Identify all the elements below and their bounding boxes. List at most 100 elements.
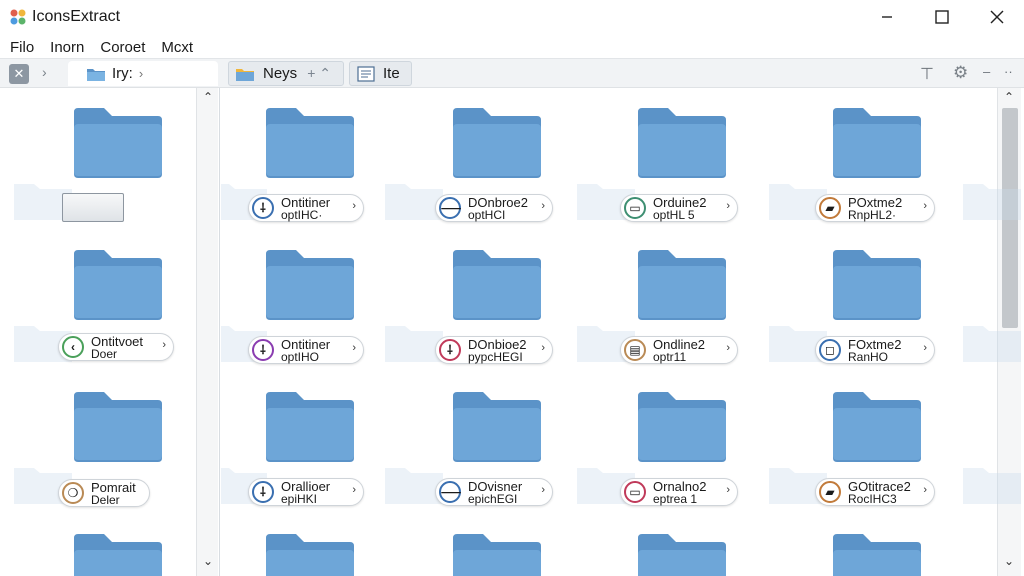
- minimize-icon: [882, 16, 892, 18]
- chevron-up-icon[interactable]: ⌃: [197, 90, 219, 110]
- folder-icon[interactable]: [451, 106, 543, 178]
- folder-color-icon: [236, 68, 254, 81]
- icon-label-pill[interactable]: ▰ GOtitrace2 RocIHC3 ›: [815, 478, 935, 506]
- icon-label-pill[interactable]: ⸸ Ontitiner optIHO ›: [248, 336, 364, 364]
- icon-label-pill[interactable]: ▰ POxtme2 RnpHL2· ›: [815, 194, 935, 222]
- folder-icon[interactable]: [72, 390, 164, 462]
- ghost-folder-icon: [385, 184, 443, 220]
- badge-icon: ⸺: [439, 197, 461, 219]
- chevron-right-icon: ›: [923, 342, 927, 354]
- chevron-right-icon: ›: [352, 342, 356, 354]
- item-subtitle: optHCI: [468, 208, 506, 222]
- left-scrollbar[interactable]: ⌃ ⌄: [196, 88, 218, 576]
- chevron-right-icon: ›: [352, 484, 356, 496]
- folder-icon[interactable]: [831, 532, 923, 576]
- folder-icon[interactable]: [72, 248, 164, 320]
- badge-icon: ◻: [819, 339, 841, 361]
- folder-icon[interactable]: [264, 106, 356, 178]
- icon-label-pill[interactable]: ‹ Ontitvoet Doer ›: [58, 333, 174, 361]
- close-button[interactable]: [972, 0, 1022, 34]
- chevron-right-icon: ›: [541, 200, 545, 212]
- badge-icon: ▰: [819, 197, 841, 219]
- menu-file[interactable]: Filo: [10, 36, 34, 60]
- folder-icon[interactable]: [636, 390, 728, 462]
- icon-label-pill[interactable]: ⸺ DOnbroe2 optHCI ›: [435, 194, 553, 222]
- app-logo-icon: [10, 9, 26, 25]
- badge-icon: ⸸: [252, 339, 274, 361]
- icon-label-pill[interactable]: ▤ Ondline2 optr11 ›: [620, 336, 738, 364]
- folder-icon[interactable]: [831, 248, 923, 320]
- folder-icon[interactable]: [451, 390, 543, 462]
- folder-icon[interactable]: [264, 390, 356, 462]
- folder-icon[interactable]: [72, 532, 164, 576]
- empty-thumbnail[interactable]: [62, 193, 124, 222]
- badge-icon: ▤: [624, 339, 646, 361]
- maximize-icon: [935, 10, 949, 24]
- folder-icon[interactable]: [636, 106, 728, 178]
- folder-icon[interactable]: [831, 106, 923, 178]
- item-subtitle: RnpHL2·: [848, 208, 897, 222]
- item-subtitle: Deler: [91, 493, 120, 507]
- chevron-right-icon: ›: [42, 64, 47, 80]
- tab-neys[interactable]: Neys + ⌃: [228, 61, 344, 86]
- forward-button[interactable]: ›: [42, 64, 47, 80]
- chevron-right-icon: ›: [352, 200, 356, 212]
- folder-icon[interactable]: [72, 106, 164, 178]
- chevron-down-icon[interactable]: ⌄: [998, 554, 1020, 574]
- filter-icon: ⊤: [920, 66, 934, 83]
- close-icon: [990, 10, 1004, 24]
- icon-label-pill[interactable]: ❍ Pomrait Deler: [58, 479, 150, 507]
- badge-icon: ⸸: [439, 339, 461, 361]
- item-subtitle: RanHO: [848, 350, 889, 364]
- folder-icon[interactable]: [831, 390, 923, 462]
- filter-button[interactable]: ⊤: [920, 64, 934, 84]
- icon-label-pill[interactable]: ▭ Ornalno2 eptrea 1 ›: [620, 478, 738, 506]
- tab-ite[interactable]: Ite: [349, 61, 412, 86]
- minimize-pane-button[interactable]: –: [983, 64, 990, 79]
- chevron-right-icon: ›: [726, 484, 730, 496]
- icon-label-pill[interactable]: ⸺ DOvisner epichEGI ›: [435, 478, 553, 506]
- icon-label-pill[interactable]: ▭ Orduine2 optHL 5 ›: [620, 194, 738, 222]
- badge-icon: ⸸: [252, 481, 274, 503]
- tab-actions[interactable]: + ⌃: [307, 65, 331, 82]
- toolbar: ✕ › Iry: › Neys + ⌃ Ite ⊤ ⚙ – ··: [0, 58, 1024, 88]
- icon-label-pill[interactable]: ⸸ Ontitiner optIHC· ›: [248, 194, 364, 222]
- folder-icon[interactable]: [636, 532, 728, 576]
- maximize-button[interactable]: [917, 0, 967, 34]
- back-button[interactable]: ✕: [9, 64, 29, 84]
- path-breadcrumb[interactable]: Iry: ›: [68, 61, 218, 86]
- chevron-down-icon[interactable]: ⌄: [197, 554, 219, 574]
- ghost-folder-icon: [385, 326, 443, 362]
- folder-icon[interactable]: [264, 248, 356, 320]
- badge-icon: ▰: [819, 481, 841, 503]
- chevron-right-icon: ›: [541, 484, 545, 496]
- item-subtitle: pypcHEGI: [468, 350, 523, 364]
- menu-icon[interactable]: Inorn: [50, 36, 84, 60]
- ghost-folder-icon: [963, 468, 1021, 504]
- icon-grid: ⌃ ⌄ ⸸ Ontitiner optIHC· › ⸺ DOnbroe2 optHCI › ▭ O…: [221, 88, 1024, 576]
- folder-icon[interactable]: [451, 532, 543, 576]
- item-subtitle: optIHO: [281, 350, 320, 364]
- item-subtitle: optHL 5: [653, 208, 695, 222]
- chevron-right-icon: ›: [923, 484, 927, 496]
- icon-label-pill[interactable]: ◻ FOxtme2 RanHO ›: [815, 336, 935, 364]
- chevron-up-icon[interactable]: ⌃: [998, 90, 1020, 110]
- settings-button[interactable]: ⚙: [953, 63, 968, 83]
- ghost-folder-icon: [963, 184, 1021, 220]
- icon-label-pill[interactable]: ⸸ Orallioer epiHKI ›: [248, 478, 364, 506]
- folder-icon[interactable]: [264, 532, 356, 576]
- dash-icon: –: [983, 64, 991, 79]
- folder-icon[interactable]: [451, 248, 543, 320]
- minimize-button[interactable]: [862, 0, 912, 34]
- folder-icon[interactable]: [636, 248, 728, 320]
- chevron-right-icon: ›: [541, 342, 545, 354]
- item-subtitle: epiHKI: [281, 492, 318, 506]
- menu-next[interactable]: Mcxt: [161, 36, 193, 60]
- icon-label-pill[interactable]: ⸸ DOnbioe2 pypcHEGI ›: [435, 336, 553, 364]
- window-title: IconsExtract: [32, 8, 121, 25]
- path-label: Iry:: [112, 65, 133, 82]
- menu-convert[interactable]: Coroet: [100, 36, 145, 60]
- chevron-right-icon: ›: [923, 200, 927, 212]
- title-bar: IconsExtract: [0, 0, 1024, 34]
- more-button[interactable]: ··: [1004, 64, 1013, 79]
